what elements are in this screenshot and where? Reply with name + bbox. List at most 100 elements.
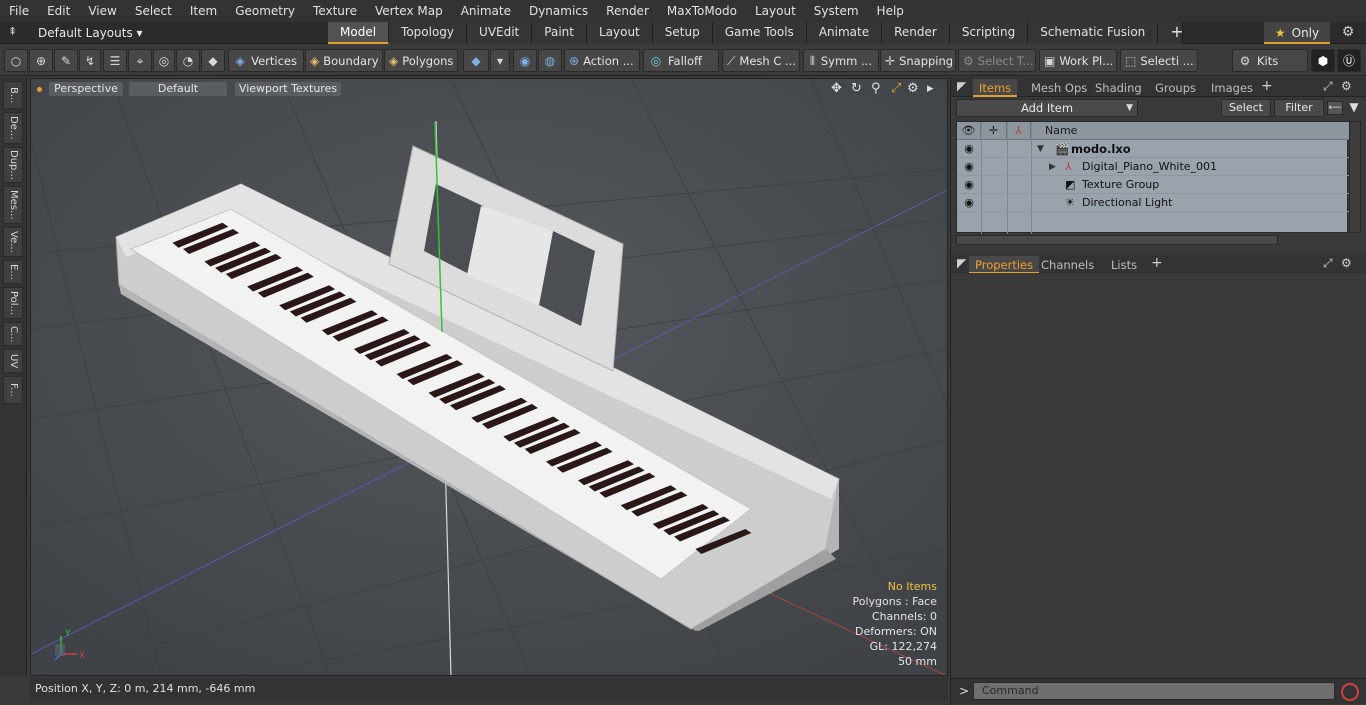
menu-maxtomodo[interactable]: MaxToModo <box>658 0 746 22</box>
add-tab-button[interactable]: + <box>1158 22 1184 44</box>
menu-item[interactable]: Item <box>181 0 226 22</box>
panel-gear-icon[interactable]: ⚙ <box>1341 79 1352 93</box>
symmetry-button[interactable]: ⫴ Symm ... <box>803 49 879 72</box>
tab-uvedit[interactable]: UVEdit <box>467 22 533 44</box>
action-center-button[interactable]: ⊕ Action ... <box>564 49 640 72</box>
layout-selector[interactable]: Default Layouts ▾ <box>30 22 151 44</box>
tab-animate[interactable]: Animate <box>806 22 883 44</box>
gear-icon[interactable]: ⚙ <box>1338 24 1358 42</box>
item-list-horizontal-scrollbar[interactable] <box>956 235 1278 245</box>
funnel-icon[interactable]: ▼ <box>1346 100 1362 116</box>
left-tab-curve[interactable]: C... <box>3 322 23 346</box>
left-tab-vertex[interactable]: Ve... <box>3 227 23 257</box>
work-plane-button[interactable]: ▣ Work Pl... <box>1039 49 1117 72</box>
list-item[interactable]: ◉ ◩ Texture Group <box>957 176 1349 194</box>
select-circle-button[interactable]: ○ <box>4 49 28 72</box>
stack-button[interactable]: ☰ <box>103 49 127 72</box>
expand-icon[interactable]: ⤢ <box>1323 79 1333 94</box>
axis-column-icon[interactable]: ⅄ <box>1007 122 1031 140</box>
3d-viewport[interactable]: Perspective Default Viewport Textures ✥ … <box>30 78 948 676</box>
falloff-button[interactable]: ◎ Falloff <box>643 49 719 72</box>
collapse-arrow-icon[interactable]: ▼ <box>1037 140 1044 158</box>
soft-select-button[interactable]: ◍ <box>538 49 562 72</box>
list-item[interactable]: ◉ ☀ Directional Light <box>957 194 1349 212</box>
menu-texture[interactable]: Texture <box>304 0 366 22</box>
polygons-button[interactable]: ◈ Polygons <box>384 49 458 72</box>
symmetry-view-button[interactable]: ◉ <box>513 49 537 72</box>
panel-menu-icon[interactable]: ◤ <box>957 256 966 270</box>
panel-gear-icon[interactable]: ⚙ <box>1341 256 1352 270</box>
tab-mesh-ops[interactable]: Mesh Ops <box>1025 79 1093 97</box>
left-tab-edge[interactable]: E... <box>3 260 23 284</box>
center-button[interactable]: ⌖ <box>128 49 152 72</box>
left-tab-mesh-edit[interactable]: Mes... <box>3 186 23 224</box>
eye-icon[interactable]: ◉ <box>962 179 976 191</box>
viewport-textures-toggle[interactable]: Viewport Textures <box>235 82 341 96</box>
filter-button[interactable]: Filter <box>1274 99 1324 117</box>
tab-groups[interactable]: Groups <box>1149 79 1202 97</box>
add-panel-tab-icon[interactable]: + <box>1151 255 1163 271</box>
tab-game-tools[interactable]: Game Tools <box>712 22 807 44</box>
view-mode-selector[interactable]: Perspective <box>49 82 123 96</box>
visibility-column-icon[interactable]: 👁 <box>957 122 981 140</box>
tab-model[interactable]: Model <box>328 22 390 44</box>
menu-vertex-map[interactable]: Vertex Map <box>366 0 452 22</box>
zoom-icon[interactable]: ⚲ <box>871 81 881 97</box>
globe-button[interactable]: ⊕ <box>29 49 53 72</box>
menu-render[interactable]: Render <box>597 0 658 22</box>
left-tab-fusion[interactable]: F... <box>3 376 23 404</box>
left-tab-basic[interactable]: B... <box>3 81 23 109</box>
expand-icon[interactable]: ⤢ <box>1323 256 1333 271</box>
tab-setup[interactable]: Setup <box>652 22 713 44</box>
selection-sets-button[interactable]: ⬚ Selecti ... <box>1120 49 1198 72</box>
list-item[interactable]: ◉ ▶ ⅄ Digital_Piano_White_001 <box>957 158 1349 176</box>
left-tab-uv[interactable]: UV <box>3 349 23 373</box>
viewport-options-dot[interactable] <box>37 87 42 92</box>
left-tab-duplicate[interactable]: Dup... <box>3 147 23 183</box>
boundary-button[interactable]: ◈ Boundary <box>305 49 383 72</box>
menu-select[interactable]: Select <box>126 0 181 22</box>
orbit-icon[interactable]: ↻ <box>851 81 862 97</box>
viewport-menu-arrow-icon[interactable]: ▸ <box>927 81 934 97</box>
tab-render[interactable]: Render <box>882 22 950 44</box>
tab-lists[interactable]: Lists <box>1105 256 1143 274</box>
lock-column-icon[interactable]: ✛ <box>981 122 1007 140</box>
maximize-icon[interactable]: ⤢ <box>891 81 901 97</box>
collapse-icon[interactable]: ⟵ <box>1327 101 1343 115</box>
menu-file[interactable]: File <box>0 0 38 22</box>
snapping-button[interactable]: ✛ Snapping <box>880 49 956 72</box>
unreal-button[interactable]: Ⓤ <box>1337 49 1361 72</box>
pen-button[interactable]: ✎ <box>54 49 78 72</box>
kits-button[interactable]: ⚙ Kits <box>1232 49 1308 72</box>
tab-items[interactable]: Items <box>973 79 1018 97</box>
material-dropdown[interactable]: ▾ <box>490 49 510 72</box>
viewport-gear-icon[interactable]: ⚙ <box>907 81 919 97</box>
add-panel-tab-icon[interactable]: + <box>1261 78 1273 94</box>
tab-paint[interactable]: Paint <box>532 22 587 44</box>
eye-icon[interactable]: ◉ <box>962 143 976 155</box>
add-item-button[interactable]: Add Item ▼ <box>956 99 1138 117</box>
command-input[interactable]: Command <box>973 682 1335 700</box>
unity-button[interactable]: ⬢ <box>1311 49 1335 72</box>
menu-layout[interactable]: Layout <box>746 0 805 22</box>
tab-schematic-fusion[interactable]: Schematic Fusion <box>1028 22 1159 44</box>
brush-button[interactable]: ↯ <box>79 49 101 72</box>
item-mode-button[interactable]: ◆ <box>201 49 225 72</box>
menu-help[interactable]: Help <box>868 0 913 22</box>
shading-selector[interactable]: Default <box>129 82 227 96</box>
eye-icon[interactable]: ◉ <box>962 161 976 173</box>
tab-images[interactable]: Images <box>1205 79 1259 97</box>
menu-geometry[interactable]: Geometry <box>226 0 304 22</box>
menu-system[interactable]: System <box>805 0 868 22</box>
menu-animate[interactable]: Animate <box>452 0 520 22</box>
expand-arrow-icon[interactable]: ▶ <box>1049 158 1056 176</box>
panel-menu-icon[interactable]: ◤ <box>957 79 966 93</box>
only-button[interactable]: ★ Only <box>1264 22 1330 44</box>
vertices-button[interactable]: ◈ Vertices <box>228 49 304 72</box>
tab-channels[interactable]: Channels <box>1035 256 1100 274</box>
eye-icon[interactable]: ◉ <box>962 197 976 209</box>
mesh-constraint-button[interactable]: ⟋ Mesh C ... <box>722 49 800 72</box>
select-through-button[interactable]: ⚙ Select T... <box>958 49 1036 72</box>
select-button[interactable]: Select <box>1221 99 1271 117</box>
menu-edit[interactable]: Edit <box>38 0 79 22</box>
